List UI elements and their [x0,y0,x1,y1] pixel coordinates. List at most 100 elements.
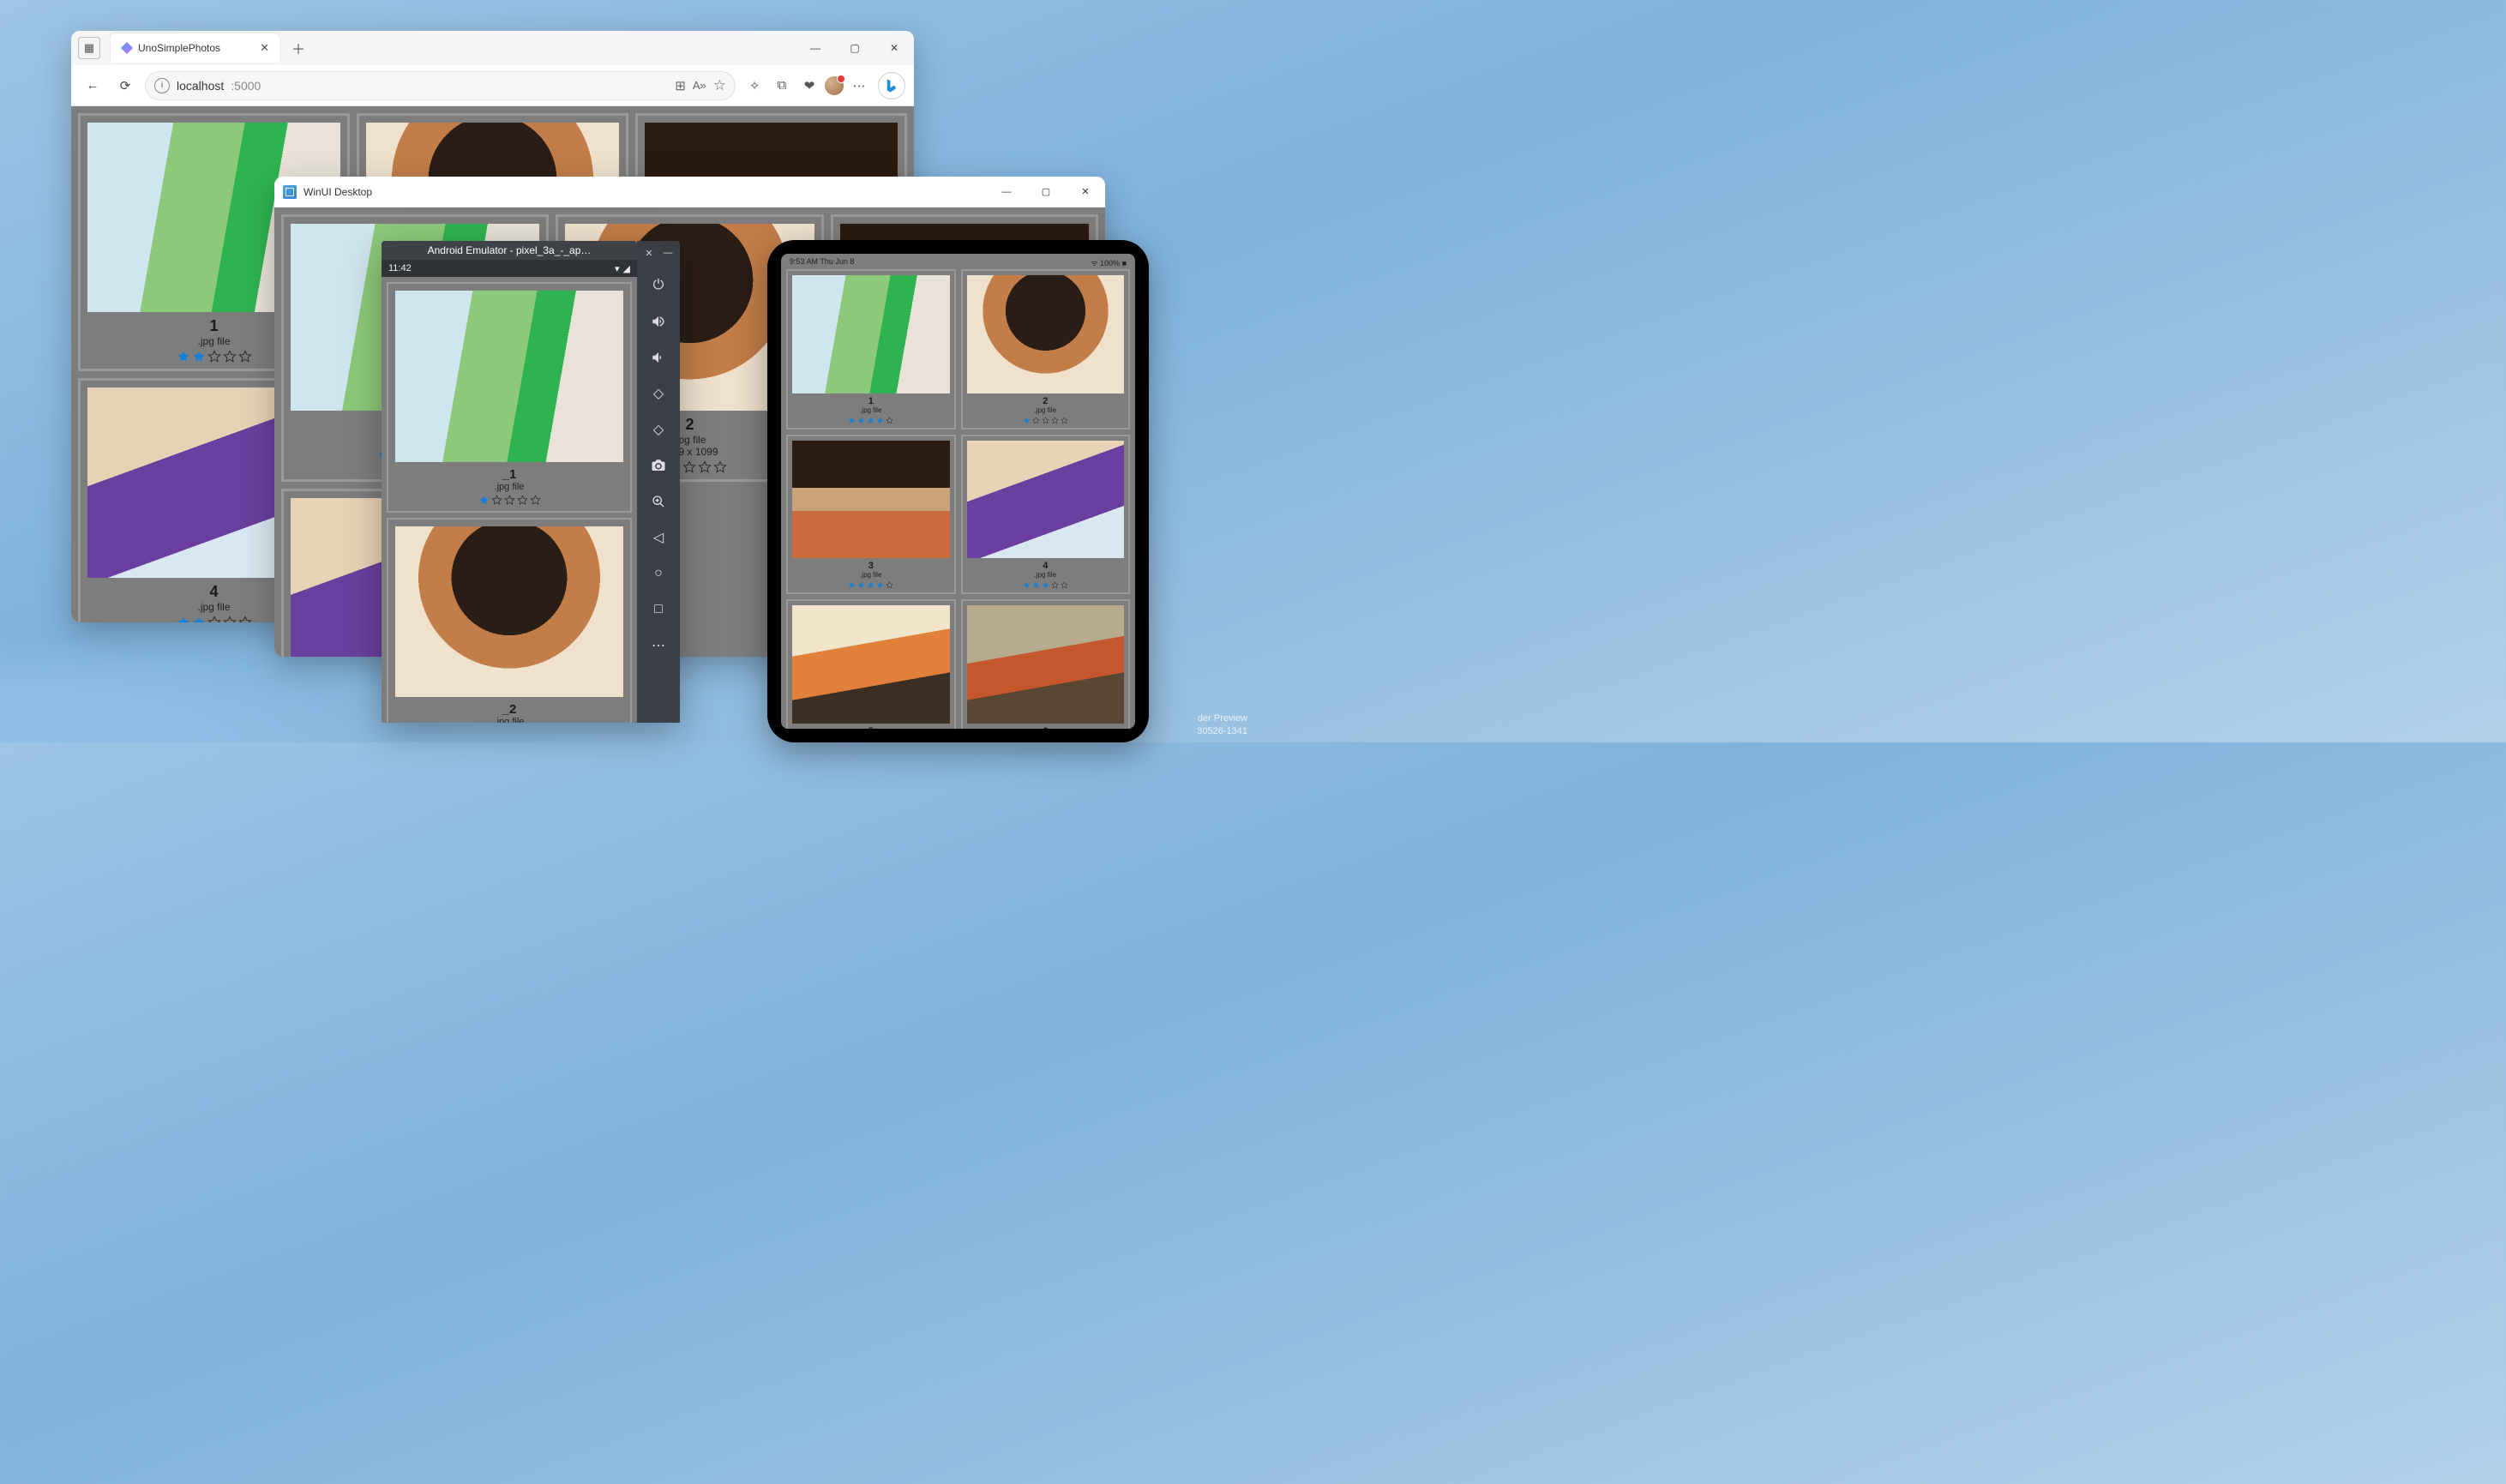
minimize-button[interactable]: ― [987,177,1026,207]
card-subtitle: .jpg file [495,717,525,723]
tab-favicon-icon [121,42,133,54]
maximize-button[interactable]: ▢ [835,31,874,65]
more-icon[interactable]: ⋯ [645,632,672,659]
wifi-icon: ▾ [615,263,620,274]
close-tab-icon[interactable]: ✕ [260,41,269,55]
card-subtitle: .jpg file [860,406,881,414]
rating-stars [1023,581,1068,589]
favorite-icon[interactable]: ☆ [713,77,726,94]
card-subtitle: .jpg file [197,335,230,347]
volume-down-icon[interactable] [645,344,672,371]
watermark: der Preview 30526-1341 [1197,712,1247,737]
photo-card[interactable]: 2 .jpg file [961,269,1131,430]
card-subtitle: .jpg file [1035,406,1056,414]
edge-toolbar: ← ⟳ i localhost :5000 ⊞ A» ☆ ✧ ⧉ ❤ ⋯ [71,65,914,106]
card-title: _2 [502,702,517,717]
card-title: 4 [209,583,218,601]
rating-stars [848,581,893,589]
android-emulator: Android Emulator - pixel_3a_-_ap… 11:42 … [382,241,680,723]
card-title: 3 [868,561,874,571]
wifi-icon: ᯤ [1091,259,1100,267]
photo-card[interactable]: 1 .jpg file [786,269,956,430]
emulator-toolbar: ✕ ― ⏻ ◇ ◇ ◁ ○ □ ⋯ [637,241,680,723]
screenshot-icon[interactable] [645,452,672,479]
close-window-button[interactable]: ✕ [1066,177,1105,207]
emulator-close-icon[interactable]: ✕ [642,246,656,260]
extensions-icon[interactable]: ⊞ [675,78,686,93]
signal-icon: ◢ [623,263,630,274]
card-title: 4 [1043,561,1048,571]
maximize-button[interactable]: ▢ [1026,177,1066,207]
url-host: localhost [177,79,224,93]
photo-thumbnail [395,526,623,698]
ipad-battery: 100% [1100,259,1120,267]
photo-thumbnail [395,291,623,462]
edge-titlebar: ▦ UnoSimplePhotos ✕ ＋ ― ▢ ✕ [71,31,914,65]
photo-card[interactable]: _2 .jpg file [387,518,632,724]
photo-thumbnail [792,275,950,394]
new-tab-button[interactable]: ＋ [286,36,310,60]
photo-card[interactable]: 3 .jpg file [786,435,956,595]
url-port: :5000 [231,79,261,93]
browser-tab[interactable]: UnoSimplePhotos ✕ [111,33,279,63]
rotate-right-icon[interactable]: ◇ [645,416,672,443]
android-status-bar: 11:42 ▾ ◢ [382,260,637,277]
tab-actions-icon[interactable]: ▦ [78,37,100,59]
photo-card[interactable]: _1 .jpg file [387,282,632,513]
photo-thumbnail [967,441,1125,559]
performance-icon[interactable]: ❤ [797,74,821,98]
card-subtitle: .jpg file [860,571,881,579]
photo-card[interactable]: 6 .jpg file [961,599,1131,729]
favorites-bar-icon[interactable]: ✧ [742,74,766,98]
collections-icon[interactable]: ⧉ [770,74,794,98]
back-nav-icon[interactable]: ◁ [645,524,672,551]
profile-avatar[interactable] [825,76,844,95]
app-icon [283,185,297,199]
tab-title: UnoSimplePhotos [138,42,220,54]
ipad-status-bar: 9:53 AM Thu Jun 8 ᯤ 100% ■ [781,255,1135,271]
minimize-button[interactable]: ― [796,31,835,65]
rating-stars [478,495,541,506]
card-subtitle: .jpg file [1035,571,1056,579]
winui-titlebar: WinUI Desktop ― ▢ ✕ [274,177,1105,207]
back-button[interactable]: ← [80,73,105,99]
android-content: _1 .jpg file _2 .jpg file [382,277,637,723]
site-info-icon[interactable]: i [154,78,170,93]
more-menu-icon[interactable]: ⋯ [847,74,871,98]
refresh-button[interactable]: ⟳ [112,73,138,99]
card-title: 2 [685,416,694,434]
home-nav-icon[interactable]: ○ [645,560,672,587]
photo-thumbnail [967,605,1125,724]
rating-stars [848,417,893,424]
read-aloud-icon[interactable]: A» [693,79,706,92]
card-title: _1 [502,467,517,482]
address-bar[interactable]: i localhost :5000 ⊞ A» ☆ [145,71,736,100]
bing-button[interactable] [878,72,905,99]
volume-up-icon[interactable] [645,308,672,335]
card-title: 1 [868,396,874,406]
card-title: 5 [868,726,874,729]
card-subtitle: .jpg file [197,601,230,613]
ipad-device: 9:53 AM Thu Jun 8 ᯤ 100% ■ 1 .jpg file 2… [767,240,1149,742]
card-subtitle: .jpg file [495,482,525,492]
window-title: WinUI Desktop [303,186,372,198]
photo-card[interactable]: 4 .jpg file [961,435,1131,595]
zoom-icon[interactable] [645,488,672,515]
rating-stars [177,616,252,623]
emulator-minimize-icon[interactable]: ― [661,246,675,260]
rating-stars [1023,417,1068,424]
photo-thumbnail [967,275,1125,394]
card-title: 6 [1043,726,1048,729]
power-icon[interactable]: ⏻ [645,272,672,299]
ipad-status-left: 9:53 AM Thu Jun 8 [790,257,854,271]
close-window-button[interactable]: ✕ [874,31,914,65]
photo-thumbnail [792,605,950,724]
card-title: 2 [1043,396,1048,406]
rotate-left-icon[interactable]: ◇ [645,380,672,407]
card-title: 1 [209,317,218,335]
photo-card[interactable]: 5 .jpg file [786,599,956,729]
emulator-title: Android Emulator - pixel_3a_-_ap… [382,241,637,260]
overview-nav-icon[interactable]: □ [645,596,672,623]
ipad-content: 1 .jpg file 2 .jpg file 3 .jpg file 4 .j… [781,254,1135,729]
rating-stars [177,350,252,363]
